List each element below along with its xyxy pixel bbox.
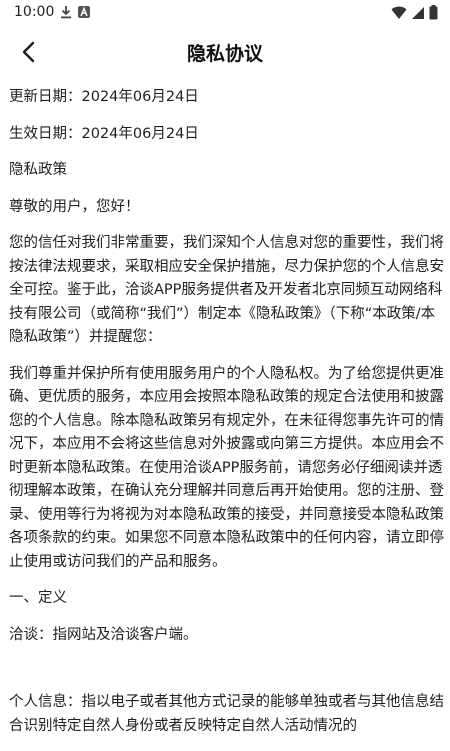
wifi-icon bbox=[391, 6, 407, 19]
nav-bar: 隐私协议 bbox=[0, 26, 450, 78]
signal-icon bbox=[412, 6, 424, 19]
status-left-icons bbox=[60, 5, 90, 19]
effective-date: 生效日期：2024年06月24日 bbox=[9, 125, 199, 142]
status-right-icons bbox=[391, 5, 438, 20]
greeting: 尊敬的用户，您好！ bbox=[9, 198, 140, 215]
page-title: 隐私协议 bbox=[186, 43, 263, 65]
updated-date: 更新日期：2024年06月24日 bbox=[9, 89, 199, 105]
policy-content: 更新日期：2024年06月24日 生效日期：2024年06月24日 隐私政策 尊… bbox=[9, 86, 445, 751]
status-time: 10:00 bbox=[14, 4, 55, 20]
status-bar: 10:00 bbox=[0, 0, 450, 26]
paragraph-trust: 您的信任对我们非常重要，我们深知个人信息对您的重要性，我们将按法律法规要求，采取… bbox=[9, 235, 444, 345]
a-badge-icon bbox=[78, 6, 90, 18]
paragraph-privacy: 我们尊重并保护所有使用服务用户的个人隐私权。为了给您提供更准确、更优质的服务，本… bbox=[9, 365, 444, 570]
section-title-definitions: 一、定义 bbox=[9, 590, 67, 606]
definition-qiatan: 洽谈：指网站及洽谈客户端。 bbox=[9, 626, 198, 643]
definition-personal-info: 个人信息：指以电子或者其他方式记录的能够单独或者与其他信息结合识别特定自然人身份… bbox=[9, 694, 444, 734]
battery-icon bbox=[429, 5, 438, 20]
policy-heading: 隐私政策 bbox=[9, 162, 67, 178]
download-icon bbox=[61, 6, 71, 19]
